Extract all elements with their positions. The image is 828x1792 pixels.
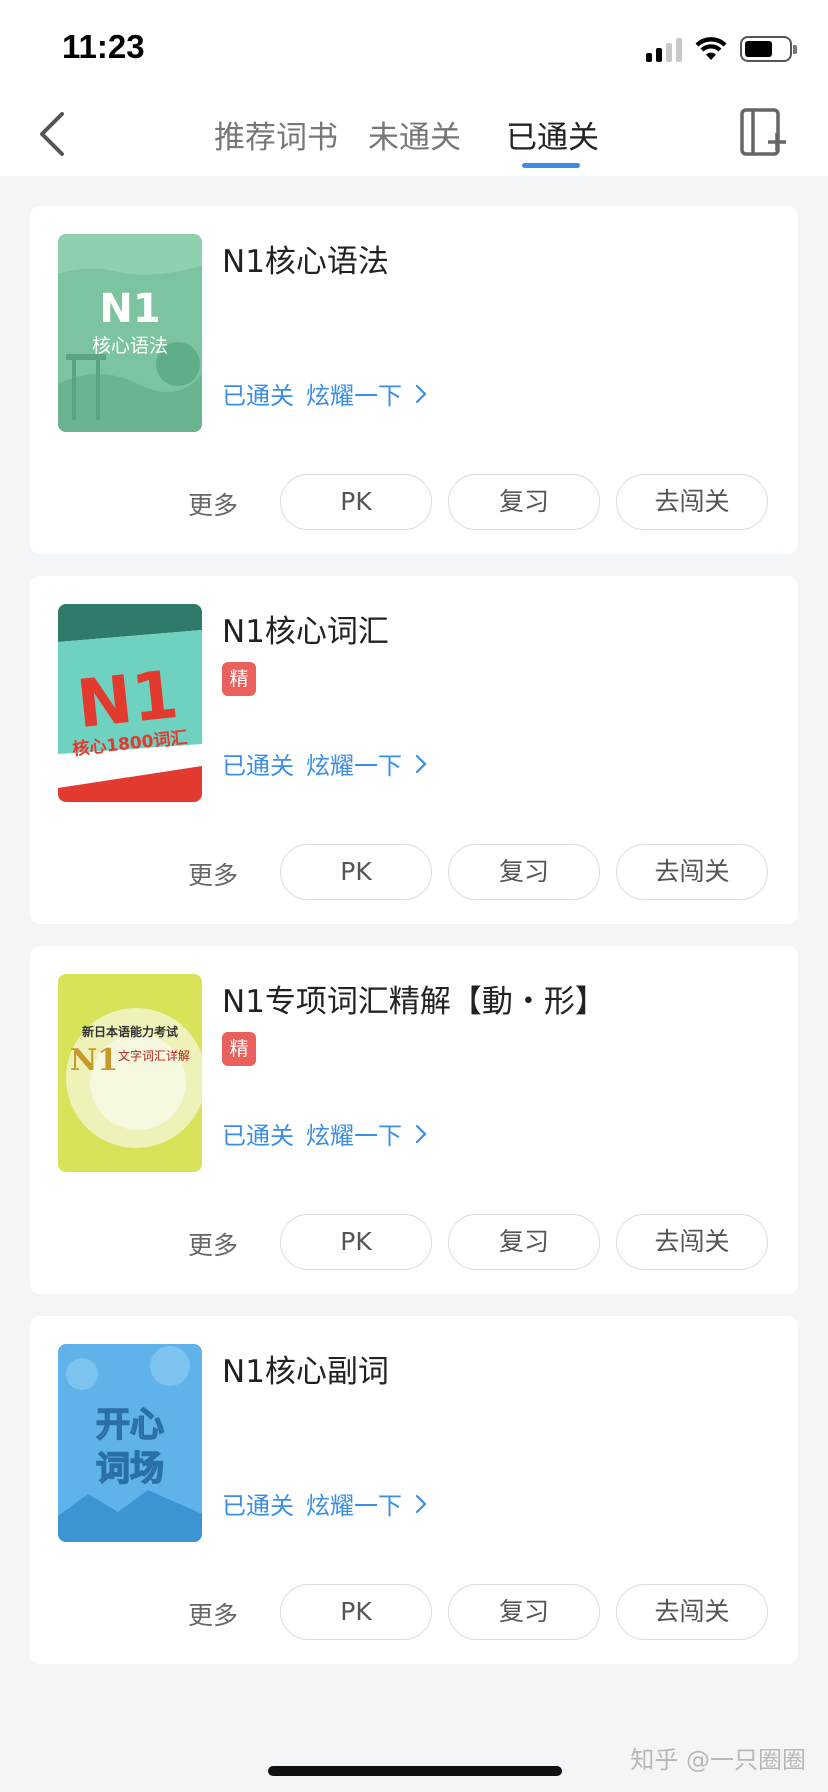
share-label: 炫耀一下 xyxy=(306,382,402,410)
tab-bar: 推荐词书 未通关 已通关 xyxy=(0,92,828,176)
battery-icon xyxy=(740,36,797,62)
cover-subtitle: 词场 xyxy=(96,1449,164,1489)
premium-badge: 精 xyxy=(222,1032,256,1066)
passed-status: 已通关 xyxy=(222,752,294,780)
tab-not-passed[interactable]: 未通关 xyxy=(368,112,461,157)
book-cover: 新日本语能力考试 N1 文字词汇详解 xyxy=(58,974,202,1172)
pk-button[interactable]: PK xyxy=(280,844,432,900)
watermark: 知乎 @一只圈圈 xyxy=(630,1746,806,1774)
share-link[interactable]: 已通关 炫耀一下 xyxy=(222,376,428,411)
cover-text: 开心 xyxy=(96,1405,164,1445)
active-tab-indicator xyxy=(522,163,580,168)
share-link[interactable]: 已通关 炫耀一下 xyxy=(222,1116,428,1151)
book-card[interactable]: N1 核心语法 N1核心语法 已通关 炫耀一下 更多 PK 复习 去闯关 xyxy=(30,206,798,554)
share-label: 炫耀一下 xyxy=(306,1492,402,1520)
chevron-right-icon xyxy=(415,754,427,773)
cover-text: N1 xyxy=(99,286,160,332)
chevron-right-icon xyxy=(415,1124,427,1143)
challenge-button[interactable]: 去闯关 xyxy=(616,1584,768,1640)
book-card[interactable]: N1 核心1800词汇 N1核心词汇 精 已通关 炫耀一下 更多 PK 复习 去… xyxy=(30,576,798,924)
more-button[interactable]: 更多 xyxy=(188,486,238,522)
nav-bar: 推荐词书 未通关 已通关 xyxy=(0,92,828,176)
review-button[interactable]: 复习 xyxy=(448,1214,600,1270)
cover-subtitle: 文字词汇详解 xyxy=(118,1048,190,1063)
home-indicator xyxy=(268,1766,562,1776)
add-book-icon xyxy=(740,108,786,156)
add-book-button[interactable] xyxy=(738,106,788,158)
pk-button[interactable]: PK xyxy=(280,1584,432,1640)
more-button[interactable]: 更多 xyxy=(188,1226,238,1262)
wifi-icon xyxy=(695,37,727,60)
share-label: 炫耀一下 xyxy=(306,752,402,780)
status-icons xyxy=(646,34,797,64)
passed-status: 已通关 xyxy=(222,382,294,410)
book-title: N1专项词汇精解【動・形】 xyxy=(222,984,606,1020)
premium-badge: 精 xyxy=(222,662,256,696)
review-button[interactable]: 复习 xyxy=(448,474,600,530)
cover-n1: N1 xyxy=(70,1043,118,1078)
more-button[interactable]: 更多 xyxy=(188,1596,238,1632)
passed-status: 已通关 xyxy=(222,1122,294,1150)
passed-status: 已通关 xyxy=(222,1492,294,1520)
challenge-button[interactable]: 去闯关 xyxy=(616,474,768,530)
status-bar: 11:23 xyxy=(0,0,828,92)
challenge-button[interactable]: 去闯关 xyxy=(616,844,768,900)
book-title: N1核心语法 xyxy=(222,244,389,280)
book-cover: 开心 词场 xyxy=(58,1344,202,1542)
book-title: N1核心词汇 xyxy=(222,614,389,650)
cover-text: 新日本语能力考试 xyxy=(82,1024,178,1039)
review-button[interactable]: 复习 xyxy=(448,1584,600,1640)
cover-subtitle: 核心语法 xyxy=(92,335,168,357)
tab-passed[interactable]: 已通关 xyxy=(506,112,599,157)
chevron-right-icon xyxy=(415,384,427,403)
share-link[interactable]: 已通关 炫耀一下 xyxy=(222,746,428,781)
status-time: 11:23 xyxy=(62,28,145,65)
book-card[interactable]: 新日本语能力考试 N1 文字词汇详解 N1专项词汇精解【動・形】 精 已通关 炫… xyxy=(30,946,798,1294)
challenge-button[interactable]: 去闯关 xyxy=(616,1214,768,1270)
pk-button[interactable]: PK xyxy=(280,474,432,530)
more-button[interactable]: 更多 xyxy=(188,856,238,892)
book-list: N1 核心语法 N1核心语法 已通关 炫耀一下 更多 PK 复习 去闯关 N1 … xyxy=(30,206,798,1686)
book-cover: N1 核心1800词汇 xyxy=(58,604,202,802)
book-card[interactable]: 开心 词场 N1核心副词 已通关 炫耀一下 更多 PK 复习 去闯关 xyxy=(30,1316,798,1664)
share-label: 炫耀一下 xyxy=(306,1122,402,1150)
review-button[interactable]: 复习 xyxy=(448,844,600,900)
book-title: N1核心副词 xyxy=(222,1354,389,1390)
share-link[interactable]: 已通关 炫耀一下 xyxy=(222,1486,428,1521)
book-cover: N1 核心语法 xyxy=(58,234,202,432)
cellular-signal-icon xyxy=(646,36,682,62)
tab-recommended[interactable]: 推荐词书 xyxy=(214,112,338,157)
chevron-right-icon xyxy=(415,1494,427,1513)
pk-button[interactable]: PK xyxy=(280,1214,432,1270)
